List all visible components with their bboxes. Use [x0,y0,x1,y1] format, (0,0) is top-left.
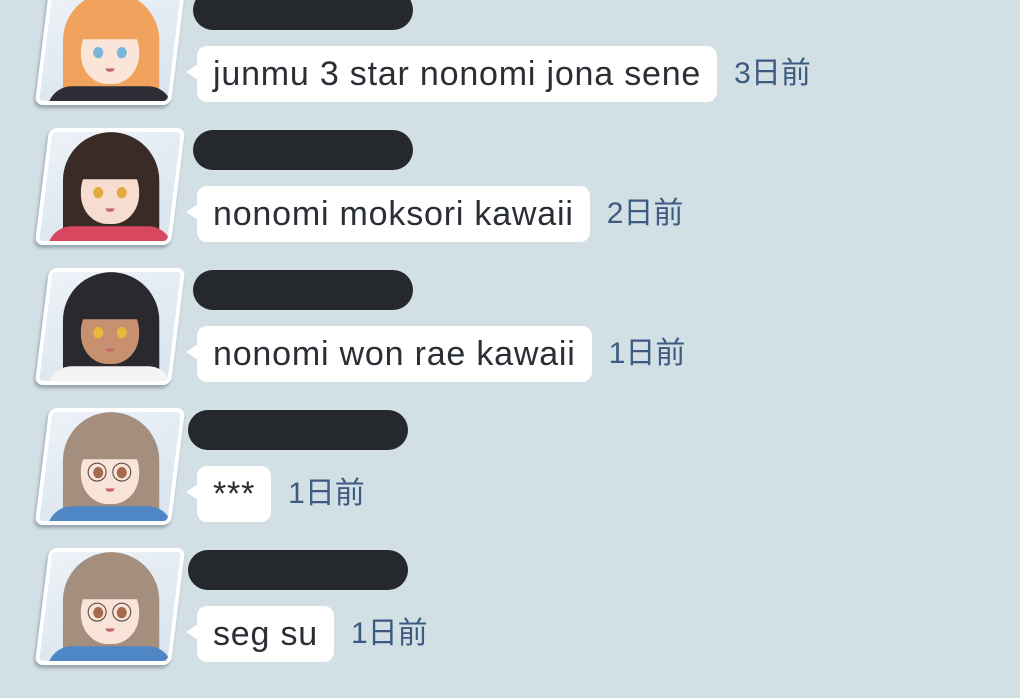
avatar-eye [116,47,127,59]
message-line: junmu 3 star nonomi jona sene 3日前 [185,46,811,102]
avatar-glasses [112,462,132,482]
avatar-bangs [71,561,149,600]
message-row: nonomi moksori kawaii 2日前 [0,124,1020,264]
avatar-outfit [47,506,173,525]
message-text: nonomi won rae kawaii [213,335,576,373]
message-row: nonomi won rae kawaii 1日前 [0,264,1020,404]
message-bubble: seg su [186,606,334,662]
redacted-sender-name [193,270,413,310]
message-line: nonomi moksori kawaii 2日前 [186,186,684,242]
message-line: seg su 1日前 [186,606,428,662]
avatar-bangs [71,1,149,40]
avatar-eye [116,187,127,199]
avatar-portrait [38,268,182,385]
avatar-glasses [87,462,107,482]
avatar-portrait [38,128,182,245]
message-timestamp: 1日前 [350,617,428,650]
redacted-sender-name [188,410,408,450]
message-text: junmu 3 star nonomi jona sene [213,55,702,93]
avatar-outfit [47,646,173,665]
avatar-portrait [38,548,182,665]
message-text: seg su [213,615,318,653]
redacted-sender-name [193,0,413,30]
message-row: junmu 3 star nonomi jona sene 3日前 [0,0,1020,124]
avatar-portrait [38,408,182,525]
avatar-outfit [47,86,173,105]
avatar[interactable] [34,408,186,525]
message-timestamp: 3日前 [734,57,811,90]
message-row: seg su 1日前 [0,544,1020,684]
avatar-bangs [71,141,149,180]
avatar[interactable] [34,268,186,385]
message-line: *** 1日前 [185,466,365,522]
message-bubble: *** [185,466,272,522]
avatar-portrait [38,0,182,105]
avatar-eye [93,187,104,199]
message-timestamp: 2日前 [606,197,684,230]
redacted-sender-name [193,130,413,170]
message-text: nonomi moksori kawaii [213,195,574,233]
message-timestamp: 1日前 [608,337,686,370]
message-row: *** 1日前 [0,404,1020,544]
avatar-bangs [71,421,149,460]
message-timestamp: 1日前 [288,477,365,510]
redacted-sender-name [188,550,408,590]
avatar-outfit [47,226,173,245]
avatar-outfit [47,366,173,385]
message-line: nonomi won rae kawaii 1日前 [186,326,686,382]
chat-list[interactable]: junmu 3 star nonomi jona sene 3日前 nonomi… [0,0,1020,698]
avatar[interactable] [34,128,186,245]
avatar-eye [93,47,104,59]
avatar[interactable] [34,0,186,105]
avatar-glasses [87,602,107,622]
avatar-eye [116,327,127,339]
avatar-eye [93,327,104,339]
message-bubble: nonomi moksori kawaii [186,186,590,242]
avatar-bangs [71,281,149,320]
avatar[interactable] [34,548,186,665]
message-bubble: nonomi won rae kawaii [186,326,592,382]
avatar-glasses [112,602,132,622]
message-bubble: junmu 3 star nonomi jona sene [185,46,718,102]
message-text: *** [213,475,256,513]
